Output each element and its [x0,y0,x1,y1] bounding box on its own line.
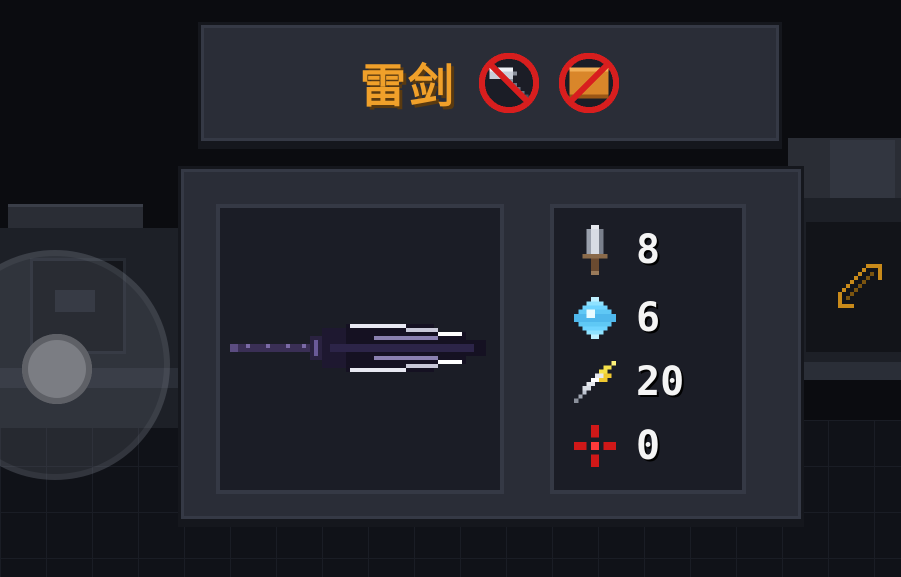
crit-value: 20 [636,359,685,405]
weapon-name: 雷剑 [360,59,456,113]
no-crate-icon [558,52,620,114]
no-hammer-icon [478,52,540,114]
stat-crit: 20 [570,357,684,407]
stat-spread: 0 [570,421,660,471]
background-machine-right-band [800,362,901,380]
weapon-title-box: 雷剑 [198,22,782,144]
joystick-knob[interactable] [22,334,92,404]
damage-value: 8 [636,227,661,273]
background-machine-right-cap [830,140,895,198]
spread-value: 0 [636,423,661,469]
dark-spear-icon [230,324,486,372]
bow-icon[interactable] [838,264,882,308]
crosshair-icon [574,425,616,467]
lightning-feather-icon [574,361,616,403]
energy-value: 6 [636,295,661,341]
stat-energy: 6 [570,293,660,343]
diamond-icon [574,297,616,339]
stat-damage: 8 [570,225,660,275]
sword-icon [582,225,608,275]
